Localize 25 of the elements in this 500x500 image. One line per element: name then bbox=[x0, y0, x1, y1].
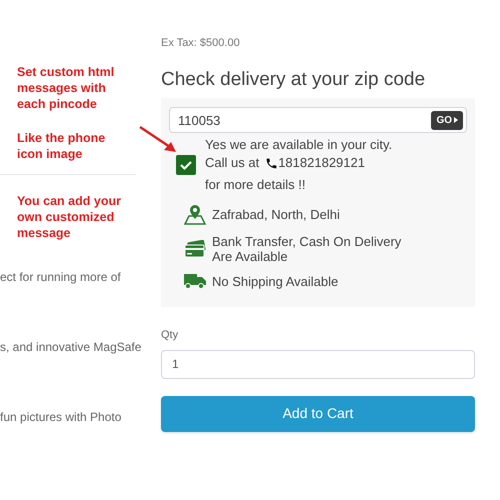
annotation-note: Like the phone icon image bbox=[17, 130, 106, 162]
caret-icon bbox=[454, 117, 458, 123]
phone-number: 181821829121 bbox=[278, 154, 365, 172]
credit-card-icon bbox=[184, 240, 206, 258]
description-text: s, and innovative MagSafe bbox=[0, 339, 142, 355]
availability-text: Yes we are available in your city. bbox=[205, 136, 392, 154]
checkmark-icon bbox=[176, 155, 196, 175]
ex-tax-text: Ex Tax: $500.00 bbox=[161, 36, 241, 50]
detail-text: Zafrabad, North, Delhi bbox=[212, 206, 340, 222]
detail-text: Bank Transfer, Cash On Delivery Are Available bbox=[212, 234, 402, 264]
map-pin-icon bbox=[184, 203, 206, 225]
details-text: for more details !! bbox=[205, 176, 306, 194]
truck-icon bbox=[184, 273, 206, 289]
annotation-note: You can add your own customized message bbox=[17, 193, 122, 241]
go-button[interactable]: GO bbox=[431, 110, 463, 130]
section-heading: Check delivery at your zip code bbox=[161, 68, 426, 92]
annotation-note: Set custom html messages with each pincode bbox=[17, 64, 116, 112]
description-text: ect for running more of bbox=[0, 269, 121, 285]
qty-label: Qty bbox=[161, 328, 180, 343]
description-text: fun pictures with Photo bbox=[0, 409, 122, 425]
call-label: Call us at bbox=[205, 154, 260, 172]
phone-icon bbox=[265, 156, 278, 170]
detail-text: No Shipping Available bbox=[212, 274, 338, 288]
qty-field[interactable]: 1 bbox=[161, 350, 475, 378]
arrow-icon bbox=[138, 125, 178, 155]
